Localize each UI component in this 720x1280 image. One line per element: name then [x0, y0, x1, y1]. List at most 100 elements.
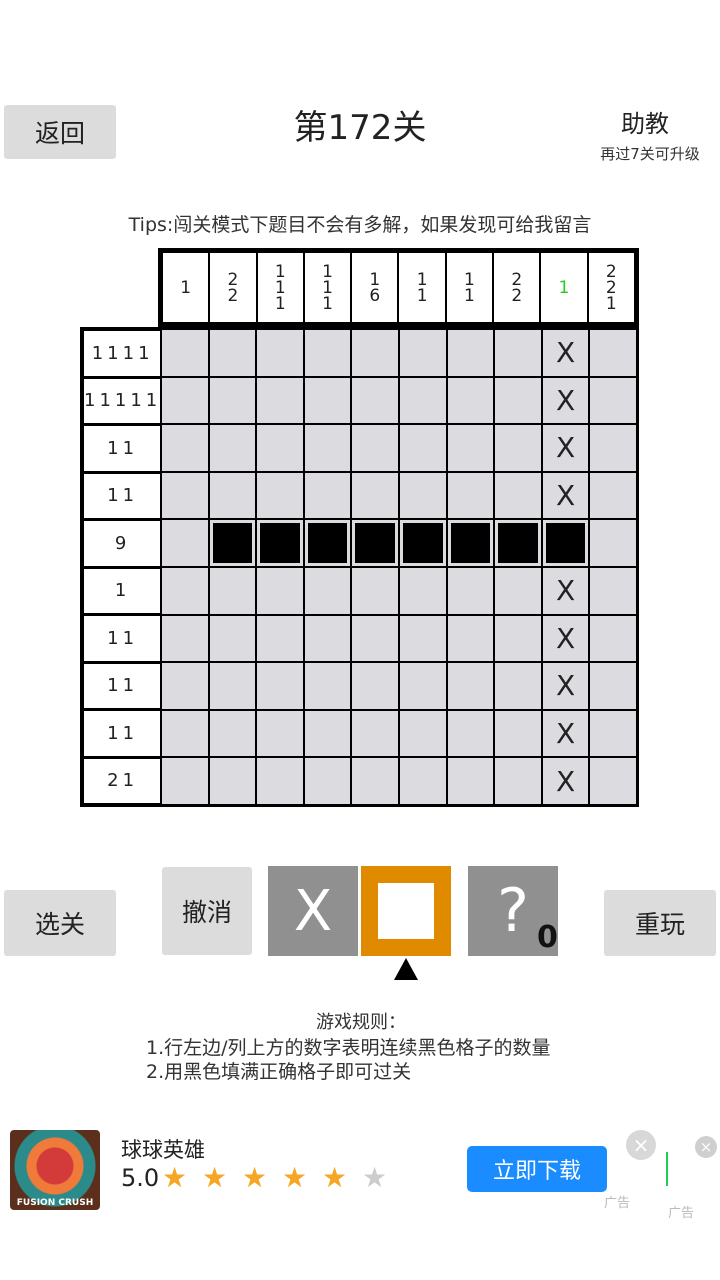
grid-cell[interactable] [304, 567, 351, 614]
grid-cell[interactable] [399, 567, 446, 614]
grid-cell[interactable] [447, 425, 494, 471]
grid-cell[interactable] [399, 472, 446, 519]
grid-cell[interactable] [162, 330, 208, 376]
grid-cell-marked[interactable]: X [542, 377, 589, 424]
grid-cell[interactable] [352, 567, 398, 614]
grid-cell[interactable] [352, 663, 398, 709]
grid-cell[interactable] [209, 710, 256, 757]
grid-cell[interactable] [495, 472, 541, 519]
grid-cell[interactable] [399, 377, 446, 424]
replay-button[interactable]: 重玩 [604, 890, 716, 956]
grid-cell[interactable] [209, 425, 256, 471]
grid-cell[interactable] [447, 567, 494, 614]
grid-cell[interactable] [495, 377, 541, 424]
grid-cell[interactable] [447, 377, 494, 424]
grid-cell-filled[interactable] [209, 520, 256, 566]
grid-cell[interactable] [399, 425, 446, 471]
grid-cell[interactable] [352, 377, 398, 424]
grid-cell-marked[interactable]: X [542, 758, 589, 804]
grid-cell[interactable] [162, 567, 208, 614]
grid-cell[interactable] [495, 710, 541, 757]
grid-cell[interactable] [162, 758, 208, 804]
grid-cell[interactable] [495, 567, 541, 614]
grid-cell[interactable] [590, 758, 636, 804]
grid-cell[interactable] [399, 663, 446, 709]
grid-cell[interactable] [399, 615, 446, 662]
grid-cell[interactable] [209, 663, 256, 709]
grid-cell-filled[interactable] [447, 520, 494, 566]
grid-cell[interactable] [447, 330, 494, 376]
grid-cell[interactable] [162, 710, 208, 757]
grid-cell[interactable] [304, 330, 351, 376]
grid-cell[interactable] [447, 472, 494, 519]
grid-cell[interactable] [162, 377, 208, 424]
grid-cell[interactable] [304, 615, 351, 662]
grid-cell-marked[interactable]: X [542, 330, 589, 376]
grid-cell[interactable] [162, 615, 208, 662]
grid-cell[interactable] [257, 567, 303, 614]
grid-cell[interactable] [495, 615, 541, 662]
grid-cell[interactable] [352, 330, 398, 376]
grid-cell[interactable] [590, 472, 636, 519]
grid-cell[interactable] [257, 663, 303, 709]
grid-cell[interactable] [590, 377, 636, 424]
grid-cell[interactable] [447, 758, 494, 804]
grid-cell[interactable] [495, 330, 541, 376]
grid-cell[interactable] [257, 615, 303, 662]
grid-cell[interactable] [447, 615, 494, 662]
grid-cell[interactable] [590, 615, 636, 662]
grid-cell-marked[interactable]: X [542, 615, 589, 662]
grid-cell[interactable] [590, 663, 636, 709]
grid-cell[interactable] [304, 758, 351, 804]
grid-cell[interactable] [447, 663, 494, 709]
mark-x-tool-button[interactable]: X [268, 866, 358, 956]
grid-cell[interactable] [352, 472, 398, 519]
grid-cell[interactable] [257, 472, 303, 519]
grid-cell[interactable] [209, 615, 256, 662]
grid-cell[interactable] [257, 710, 303, 757]
grid-cell-filled[interactable] [495, 520, 541, 566]
grid-cell[interactable] [304, 663, 351, 709]
grid-cell[interactable] [352, 710, 398, 757]
grid-cell[interactable] [352, 425, 398, 471]
grid-cell[interactable] [257, 377, 303, 424]
grid-cell-marked[interactable]: X [542, 567, 589, 614]
grid-cell[interactable] [495, 663, 541, 709]
grid-cell[interactable] [162, 520, 208, 566]
grid-cell[interactable] [590, 520, 636, 566]
grid-cell-marked[interactable]: X [542, 663, 589, 709]
ad-download-button[interactable]: 立即下载 [467, 1146, 607, 1192]
grid-cell[interactable] [399, 758, 446, 804]
grid-cell[interactable] [304, 425, 351, 471]
grid-cell-filled[interactable] [257, 520, 303, 566]
grid-cell[interactable] [257, 425, 303, 471]
grid-cell[interactable] [304, 472, 351, 519]
grid-cell[interactable] [209, 472, 256, 519]
grid-cell[interactable] [162, 663, 208, 709]
grid-cell[interactable] [209, 758, 256, 804]
grid-cell[interactable] [209, 567, 256, 614]
grid-cell[interactable] [495, 425, 541, 471]
assistant-button[interactable]: 助教 [600, 104, 690, 139]
grid-cell[interactable] [590, 567, 636, 614]
grid-cell[interactable] [447, 710, 494, 757]
select-level-button[interactable]: 选关 [4, 890, 116, 956]
grid-cell[interactable] [304, 710, 351, 757]
grid-cell[interactable] [304, 377, 351, 424]
grid-cell[interactable] [590, 710, 636, 757]
grid-cell[interactable] [590, 330, 636, 376]
grid-cell-filled[interactable] [542, 520, 589, 566]
grid-cell[interactable] [399, 330, 446, 376]
grid-cell[interactable] [399, 710, 446, 757]
grid-cell-marked[interactable]: X [542, 472, 589, 519]
grid-cell-marked[interactable]: X [542, 425, 589, 471]
grid-cell[interactable] [162, 472, 208, 519]
grid-cell[interactable] [162, 425, 208, 471]
grid-cell[interactable] [352, 758, 398, 804]
grid-cell[interactable] [209, 330, 256, 376]
ad-close-icon[interactable]: × [626, 1130, 656, 1160]
grid-cell[interactable] [590, 425, 636, 471]
grid-cell[interactable] [257, 330, 303, 376]
ad-dismiss-icon[interactable]: × [695, 1136, 717, 1158]
grid-cell[interactable] [352, 615, 398, 662]
